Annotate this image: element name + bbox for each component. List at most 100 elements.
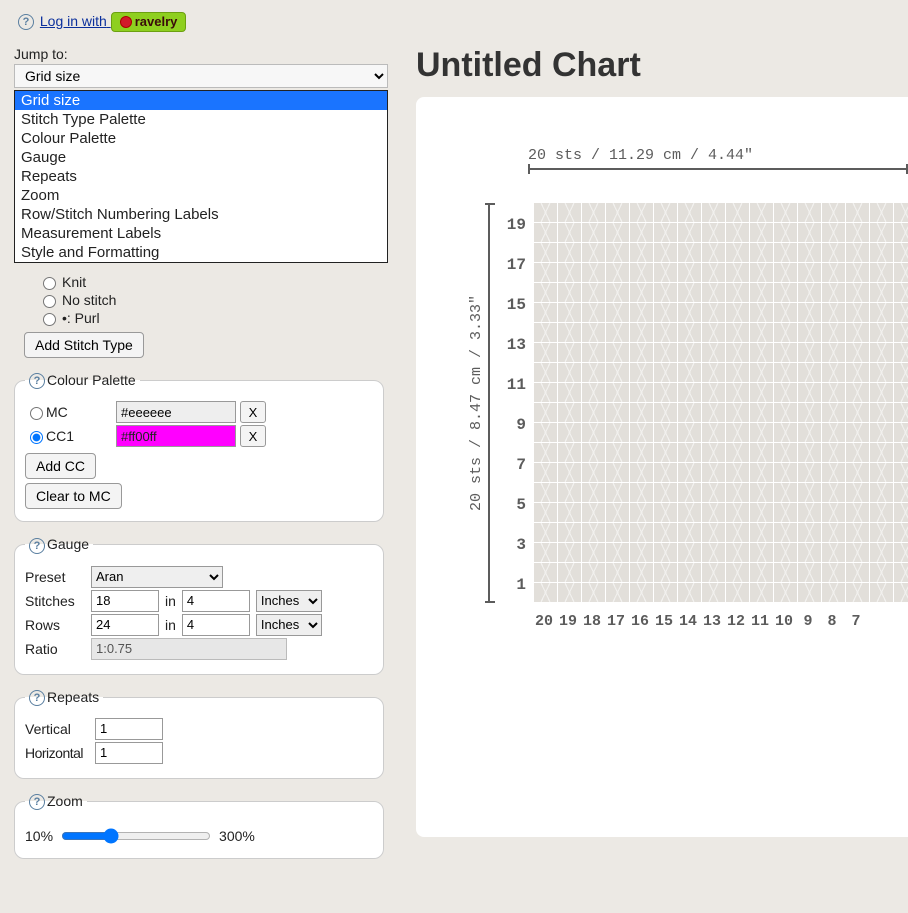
grid-cell[interactable] (774, 203, 798, 223)
grid-cell[interactable] (726, 223, 750, 243)
grid-cell[interactable] (582, 383, 606, 403)
stitch-knit-radio[interactable] (43, 277, 56, 290)
grid-cell[interactable] (750, 463, 774, 483)
grid-cell[interactable] (846, 503, 870, 523)
grid-cell[interactable] (534, 383, 558, 403)
grid-cell[interactable] (822, 583, 846, 603)
grid-cell[interactable] (654, 343, 678, 363)
grid-cell[interactable] (702, 443, 726, 463)
grid-cell[interactable] (606, 343, 630, 363)
grid-cell[interactable] (534, 243, 558, 263)
grid-cell[interactable] (750, 483, 774, 503)
grid-cell[interactable] (606, 363, 630, 383)
grid-cell[interactable] (822, 403, 846, 423)
help-icon[interactable]: ? (29, 794, 45, 810)
grid-cell[interactable] (534, 303, 558, 323)
grid-cell[interactable] (582, 583, 606, 603)
grid-cell[interactable] (822, 423, 846, 443)
grid-cell[interactable] (558, 383, 582, 403)
grid-cell[interactable] (678, 343, 702, 363)
grid-cell[interactable] (558, 483, 582, 503)
jump-option-numbering[interactable]: Row/Stitch Numbering Labels (15, 205, 387, 224)
grid-cell[interactable] (630, 243, 654, 263)
grid-cell[interactable] (726, 443, 750, 463)
grid-cell[interactable] (894, 203, 908, 223)
jump-option-repeats[interactable]: Repeats (15, 167, 387, 186)
grid-cell[interactable] (558, 323, 582, 343)
grid-cell[interactable] (678, 383, 702, 403)
grid-cell[interactable] (870, 483, 894, 503)
grid-cell[interactable] (870, 383, 894, 403)
grid-cell[interactable] (606, 483, 630, 503)
grid-cell[interactable] (630, 223, 654, 243)
help-icon[interactable]: ? (18, 14, 34, 30)
grid-cell[interactable] (678, 543, 702, 563)
grid-cell[interactable] (894, 383, 908, 403)
jump-option-stitch-type[interactable]: Stitch Type Palette (15, 110, 387, 129)
jump-option-colour[interactable]: Colour Palette (15, 129, 387, 148)
grid-cell[interactable] (822, 523, 846, 543)
grid-cell[interactable] (654, 243, 678, 263)
grid-cell[interactable] (822, 443, 846, 463)
grid-cell[interactable] (678, 323, 702, 343)
grid-cell[interactable] (654, 443, 678, 463)
grid-cell[interactable] (606, 223, 630, 243)
grid-cell[interactable] (606, 263, 630, 283)
grid-cell[interactable] (654, 283, 678, 303)
grid-cell[interactable] (558, 223, 582, 243)
grid-cell[interactable] (846, 383, 870, 403)
grid-cell[interactable] (774, 523, 798, 543)
grid-cell[interactable] (606, 323, 630, 343)
grid-cell[interactable] (654, 503, 678, 523)
grid-cell[interactable] (774, 383, 798, 403)
grid-cell[interactable] (870, 243, 894, 263)
cc1-remove-button[interactable]: X (240, 425, 266, 447)
grid-cell[interactable] (558, 503, 582, 523)
grid-cell[interactable] (534, 443, 558, 463)
grid-cell[interactable] (774, 483, 798, 503)
vertical-input[interactable] (95, 718, 163, 740)
grid-cell[interactable] (654, 363, 678, 383)
stitches-over-input[interactable] (182, 590, 250, 612)
grid-cell[interactable] (750, 243, 774, 263)
grid-cell[interactable] (750, 223, 774, 243)
stitches-unit-select[interactable]: Inches (256, 590, 322, 612)
grid-cell[interactable] (822, 283, 846, 303)
grid-cell[interactable] (678, 423, 702, 443)
grid-cell[interactable] (582, 283, 606, 303)
grid-cell[interactable] (750, 303, 774, 323)
grid-cell[interactable] (894, 223, 908, 243)
grid-cell[interactable] (870, 303, 894, 323)
stitch-nostitch-radio[interactable] (43, 295, 56, 308)
grid-cell[interactable] (702, 423, 726, 443)
grid-cell[interactable] (678, 303, 702, 323)
grid-cell[interactable] (846, 563, 870, 583)
grid-cell[interactable] (534, 583, 558, 603)
grid-cell[interactable] (630, 323, 654, 343)
rows-input[interactable] (91, 614, 159, 636)
grid-cell[interactable] (702, 583, 726, 603)
grid-cell[interactable] (798, 263, 822, 283)
grid-cell[interactable] (894, 423, 908, 443)
grid-cell[interactable] (582, 203, 606, 223)
help-icon[interactable]: ? (29, 690, 45, 706)
grid-cell[interactable] (870, 363, 894, 383)
help-icon[interactable]: ? (29, 373, 45, 389)
grid-cell[interactable] (606, 403, 630, 423)
grid-cell[interactable] (702, 463, 726, 483)
grid-cell[interactable] (630, 303, 654, 323)
grid-cell[interactable] (702, 403, 726, 423)
grid-cell[interactable] (870, 563, 894, 583)
add-cc-button[interactable]: Add CC (25, 453, 96, 479)
grid-cell[interactable] (630, 383, 654, 403)
grid-cell[interactable] (654, 463, 678, 483)
grid-cell[interactable] (750, 363, 774, 383)
grid-cell[interactable] (558, 443, 582, 463)
grid-cell[interactable] (678, 523, 702, 543)
grid-cell[interactable] (750, 383, 774, 403)
mc-color-input[interactable] (116, 401, 236, 423)
grid-cell[interactable] (678, 583, 702, 603)
grid-cell[interactable] (750, 443, 774, 463)
grid-cell[interactable] (774, 543, 798, 563)
grid-cell[interactable] (726, 263, 750, 283)
